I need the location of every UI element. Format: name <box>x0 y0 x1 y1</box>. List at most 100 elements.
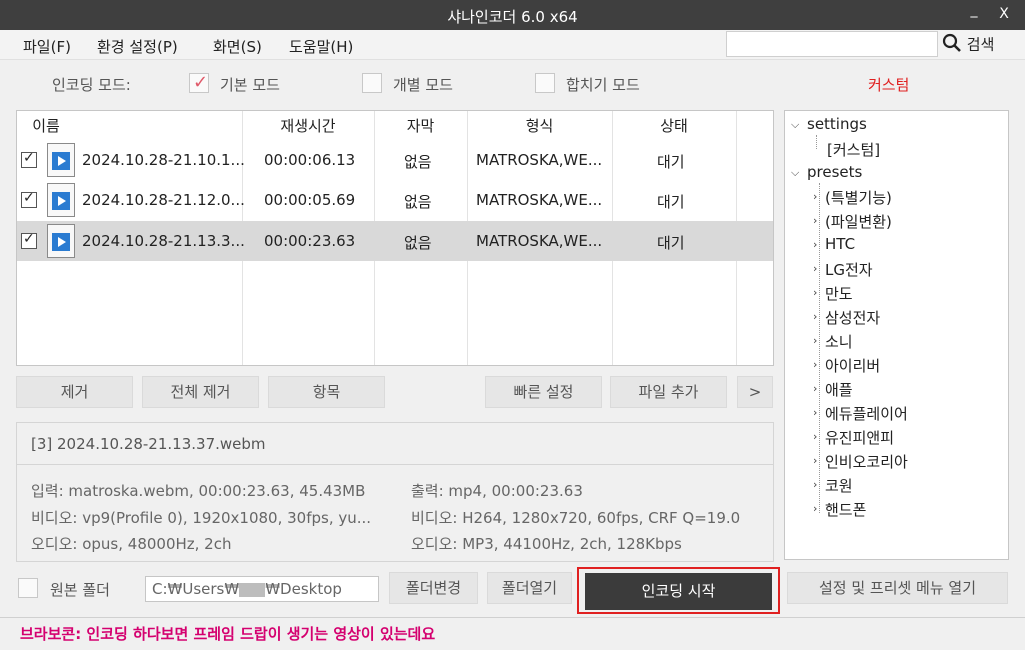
tree-node-preset[interactable]: 소니 <box>825 331 853 352</box>
tree-node-preset[interactable]: 애플 <box>825 379 853 400</box>
row-name: 2024.10.28-21.13.3... <box>82 232 245 250</box>
merge-mode-label: 합치기 모드 <box>566 76 640 94</box>
chevron-right-icon[interactable]: › <box>813 454 817 467</box>
chevron-right-icon[interactable]: › <box>813 406 817 419</box>
column-header-name[interactable]: 이름 <box>17 111 75 141</box>
output-audio-info: 오디오: MP3, 44100Hz, 2ch, 128Kbps <box>411 535 682 553</box>
chevron-right-icon[interactable]: › <box>813 214 817 227</box>
menu-file[interactable]: 파일(F) <box>23 36 71 57</box>
change-folder-button[interactable]: 폴더변경 <box>389 572 478 604</box>
table-row[interactable]: 2024.10.28-21.12.0... 00:00:05.69 없음 MAT… <box>17 180 773 220</box>
quick-settings-button[interactable]: 빠른 설정 <box>485 376 602 408</box>
more-button[interactable]: > <box>737 376 773 408</box>
input-info: 입력: matroska.webm, 00:00:23.63, 45.43MB <box>31 482 366 500</box>
chevron-down-icon[interactable]: ⌵ <box>791 118 799 132</box>
row-name: 2024.10.28-21.12.0... <box>82 191 245 209</box>
chevron-right-icon[interactable]: › <box>813 238 817 251</box>
encoding-mode-label: 인코딩 모드: <box>52 76 131 94</box>
table-row[interactable]: 2024.10.28-21.13.3... 00:00:23.63 없음 MAT… <box>17 221 773 261</box>
redacted-username <box>239 582 266 597</box>
row-subtitle: 없음 <box>404 234 432 252</box>
menu-view[interactable]: 화면(S) <box>213 36 262 57</box>
tree-node-preset[interactable]: 코원 <box>825 475 853 496</box>
row-status: 대기 <box>657 153 685 171</box>
tree-node-preset[interactable]: 삼성전자 <box>825 307 880 328</box>
tree-node-preset[interactable]: 에듀플레이어 <box>825 403 908 424</box>
row-name: 2024.10.28-21.10.1... <box>82 151 245 169</box>
tree-node-preset[interactable]: HTC <box>825 235 855 253</box>
status-bar: 브라보콘: 인코딩 하다보면 프레임 드랍이 생기는 영상이 있는데요 <box>0 617 1025 650</box>
tree-connector <box>816 135 817 149</box>
title-bar: 샤나인코더 6.0 x64 _ X <box>0 0 1025 30</box>
chevron-right-icon[interactable]: › <box>813 286 817 299</box>
menu-settings[interactable]: 환경 설정(P) <box>97 36 178 57</box>
tree-node-preset[interactable]: 인비오코리아 <box>825 451 908 472</box>
start-encoding-button[interactable]: 인코딩 시작 <box>585 573 772 610</box>
preset-tree[interactable]: ⌵ settings [커스텀] ⌵ presets › (특별기능) › (파일변환… <box>784 110 1009 560</box>
tree-node-preset[interactable]: LG전자 <box>825 259 873 280</box>
chevron-right-icon[interactable]: › <box>813 262 817 275</box>
output-path-field[interactable]: C:₩Users₩ ₩Desktop <box>145 576 379 602</box>
column-header-status[interactable]: 상태 <box>612 111 736 141</box>
menu-help[interactable]: 도움말(H) <box>289 36 353 57</box>
file-info-title: [3] 2024.10.28-21.13.37.webm <box>31 435 266 453</box>
tree-node-presets[interactable]: presets <box>807 163 862 181</box>
chevron-right-icon[interactable]: › <box>813 430 817 443</box>
basic-mode-label: 기본 모드 <box>220 76 280 94</box>
search-input[interactable] <box>726 31 938 57</box>
chevron-right-icon[interactable]: › <box>813 310 817 323</box>
tree-node-preset[interactable]: (특별기능) <box>825 187 892 208</box>
path-suffix: ₩Desktop <box>265 580 342 598</box>
chevron-right-icon[interactable]: › <box>813 478 817 491</box>
column-header-format[interactable]: 형식 <box>467 111 612 141</box>
row-format: MATROSKA,WE... <box>476 151 603 169</box>
custom-preset-label[interactable]: 커스텀 <box>868 74 909 95</box>
items-button[interactable]: 항목 <box>268 376 385 408</box>
individual-mode-checkbox[interactable] <box>362 73 382 93</box>
row-duration: 00:00:23.63 <box>264 232 356 250</box>
window-title: 샤나인코더 6.0 x64 <box>447 8 578 26</box>
row-duration: 00:00:06.13 <box>264 151 356 169</box>
chevron-down-icon[interactable]: ⌵ <box>791 166 799 180</box>
column-header-duration[interactable]: 재생시간 <box>242 111 374 141</box>
row-status: 대기 <box>657 193 685 211</box>
output-info: 출력: mp4, 00:00:23.63 <box>411 482 583 500</box>
minimize-button[interactable]: _ <box>966 2 982 18</box>
tree-node-preset[interactable]: 만도 <box>825 283 853 304</box>
close-button[interactable]: X <box>996 6 1012 22</box>
chevron-right-icon[interactable]: › <box>813 190 817 203</box>
row-checkbox[interactable] <box>21 231 37 249</box>
row-duration: 00:00:05.69 <box>264 191 356 209</box>
column-header-subtitle[interactable]: 자막 <box>374 111 467 141</box>
row-checkbox[interactable] <box>21 190 37 208</box>
source-folder-checkbox[interactable] <box>18 578 38 598</box>
open-preset-menu-button[interactable]: 설정 및 프리셋 메뉴 열기 <box>787 572 1008 604</box>
chevron-right-icon[interactable]: › <box>813 382 817 395</box>
file-list[interactable]: 이름 재생시간 자막 형식 상태 2024.10.28-21.10.1... 0… <box>16 110 774 366</box>
table-row[interactable]: 2024.10.28-21.10.1... 00:00:06.13 없음 MAT… <box>17 140 773 180</box>
file-info-panel: [3] 2024.10.28-21.13.37.webm 입력: matrosk… <box>16 422 774 562</box>
tree-node-preset[interactable]: 유진피앤피 <box>825 427 894 448</box>
chevron-right-icon[interactable]: › <box>813 502 817 515</box>
search-button-label: 검색 <box>966 35 995 54</box>
tree-node-settings[interactable]: settings <box>807 115 867 133</box>
chevron-right-icon[interactable]: › <box>813 334 817 347</box>
add-file-button[interactable]: 파일 추가 <box>610 376 727 408</box>
tree-node-preset[interactable]: 핸드폰 <box>825 499 866 520</box>
output-video-info: 비디오: H264, 1280x720, 60fps, CRF Q=19.0 <box>411 509 741 527</box>
search-button[interactable]: 검색 <box>942 33 994 57</box>
tree-node-preset[interactable]: (파일변환) <box>825 211 892 232</box>
tree-node-custom[interactable]: [커스텀] <box>827 139 880 160</box>
remove-all-button[interactable]: 전체 제거 <box>142 376 259 408</box>
chevron-right-icon[interactable]: › <box>813 358 817 371</box>
row-checkbox[interactable] <box>21 150 37 168</box>
remove-button[interactable]: 제거 <box>16 376 133 408</box>
tree-node-preset[interactable]: 아이리버 <box>825 355 880 376</box>
file-info-header: [3] 2024.10.28-21.13.37.webm <box>17 423 773 465</box>
individual-mode-label: 개별 모드 <box>393 76 453 94</box>
open-folder-button[interactable]: 폴더열기 <box>487 572 572 604</box>
merge-mode-checkbox[interactable] <box>535 73 555 93</box>
basic-mode-checkbox[interactable] <box>189 72 209 93</box>
row-subtitle: 없음 <box>404 153 432 171</box>
video-file-icon <box>47 183 75 217</box>
